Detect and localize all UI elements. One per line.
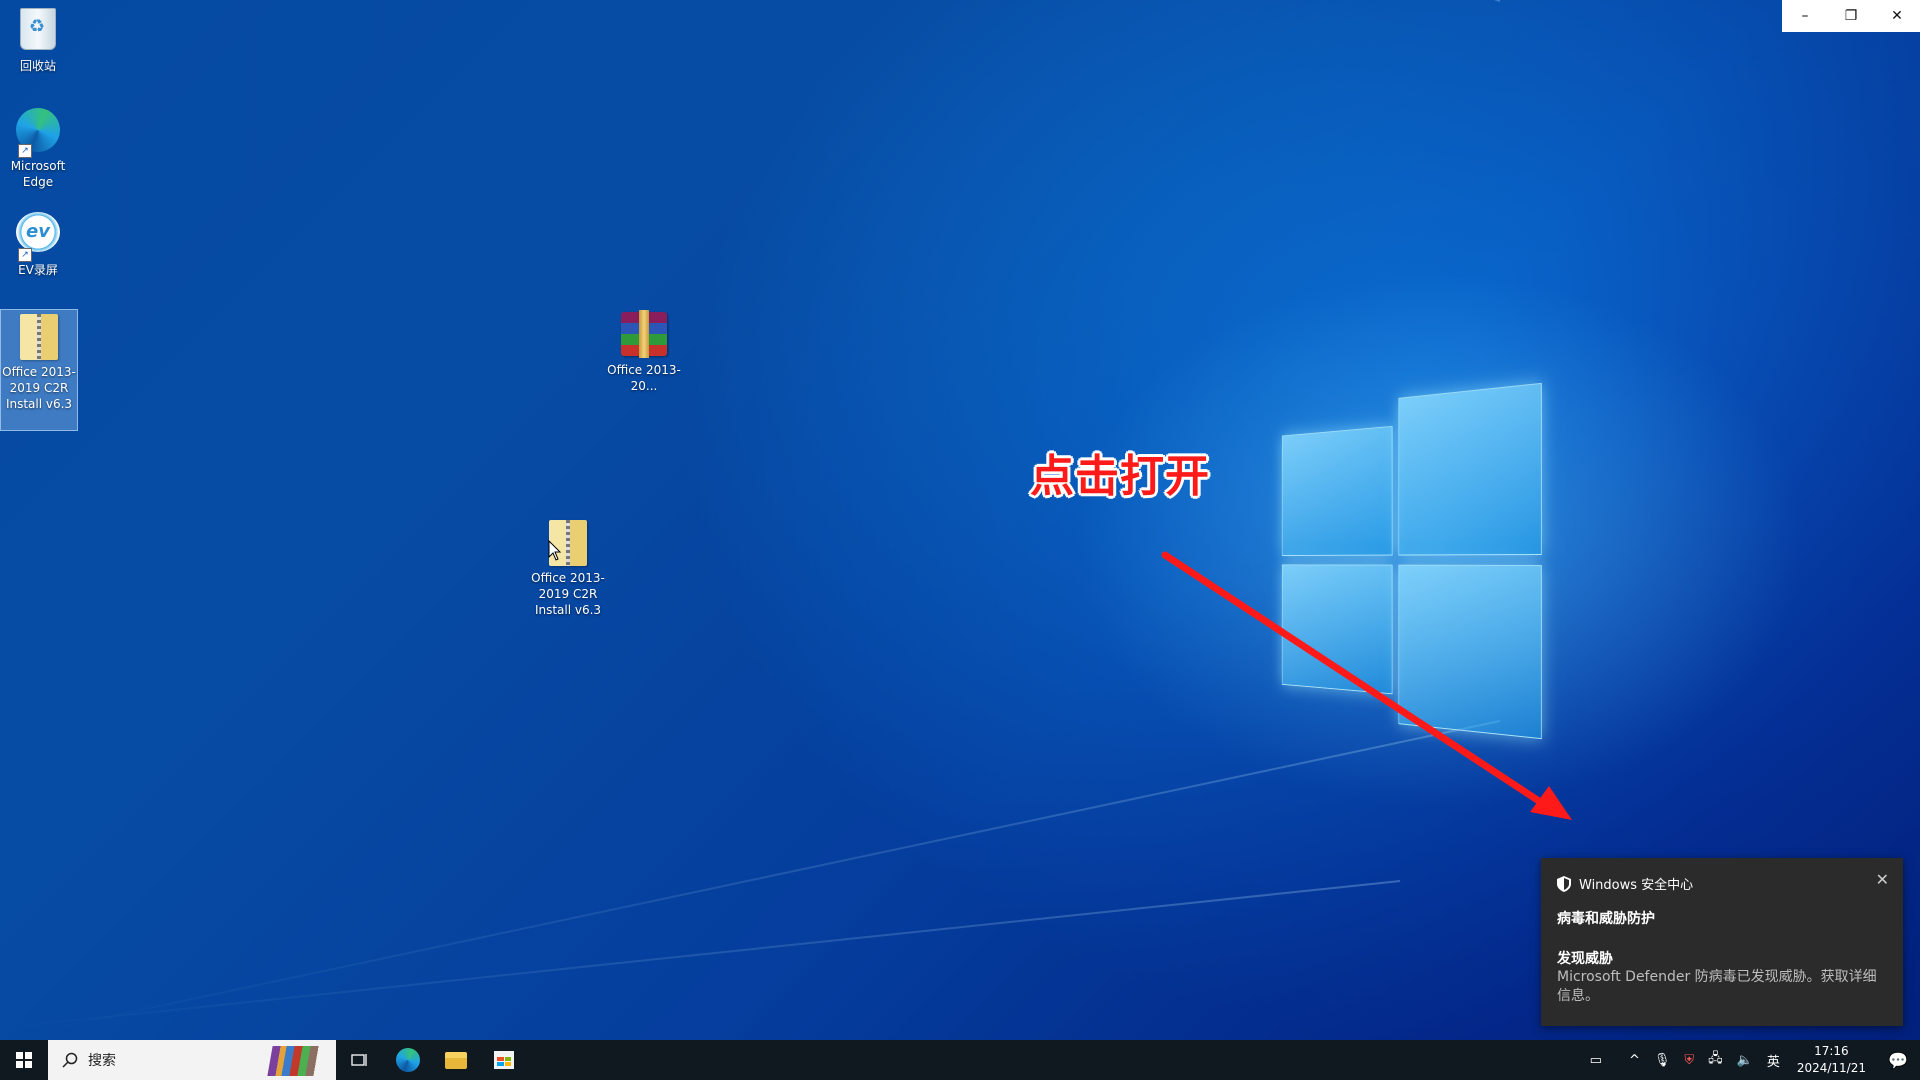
- toast-header: Windows 安全中心: [1557, 874, 1693, 893]
- news-widget-icon[interactable]: ▭: [1570, 1053, 1622, 1068]
- taskbar-edge-button[interactable]: [384, 1040, 432, 1080]
- toast-close-button[interactable]: ✕: [1876, 870, 1889, 889]
- security-toast[interactable]: Windows 安全中心 ✕ 病毒和威胁防护 发现威胁 Microsoft De…: [1541, 858, 1903, 1026]
- search-icon: [62, 1052, 78, 1068]
- taskbar-file-explorer-button[interactable]: [432, 1040, 480, 1080]
- clock-time: 17:16: [1814, 1044, 1849, 1058]
- task-view-button[interactable]: [336, 1040, 384, 1080]
- minimize-button[interactable]: –: [1782, 0, 1828, 32]
- folder-icon: [445, 1051, 467, 1069]
- ime-indicator[interactable]: 英: [1760, 1051, 1787, 1070]
- taskbar-search-box[interactable]: 搜索: [48, 1040, 336, 1080]
- toast-body: Microsoft Defender 防病毒已发现威胁。获取详细信息。: [1557, 969, 1877, 1004]
- task-view-icon: [351, 1054, 367, 1066]
- search-highlight-books-icon: [267, 1046, 329, 1076]
- windows-start-icon: [16, 1052, 32, 1068]
- network-icon[interactable]: 🖧: [1701, 1049, 1730, 1071]
- taskbar-clock[interactable]: 17:16 2024/11/21: [1787, 1043, 1876, 1077]
- microphone-icon[interactable]: 🎙: [1647, 1053, 1678, 1068]
- show-hidden-icons-chevron-icon[interactable]: ^: [1622, 1053, 1647, 1068]
- taskbar: 搜索 ▭ ^ 🎙 ⛨ 🖧 🔈 英 17:16 2024/11/21 💬: [0, 1040, 1920, 1080]
- toast-heading: 发现威胁: [1557, 951, 1613, 967]
- store-bag-icon: [494, 1051, 514, 1069]
- restore-button[interactable]: ❐: [1828, 0, 1874, 32]
- defender-warning-icon[interactable]: ⛨: [1677, 1053, 1701, 1068]
- volume-icon[interactable]: 🔈: [1730, 1053, 1760, 1068]
- window-controls: – ❐ ✕: [1782, 0, 1920, 32]
- taskbar-store-button[interactable]: [480, 1040, 528, 1080]
- close-button[interactable]: ✕: [1874, 0, 1920, 32]
- edge-icon: [396, 1048, 420, 1072]
- start-button[interactable]: [0, 1040, 48, 1080]
- clock-date: 2024/11/21: [1796, 1061, 1866, 1075]
- toast-title: 病毒和威胁防护: [1557, 911, 1655, 927]
- system-tray: ▭ ^ 🎙 ⛨ 🖧 🔈 英 17:16 2024/11/21 💬: [1570, 1040, 1920, 1080]
- toast-app-name: Windows 安全中心: [1579, 878, 1694, 893]
- shield-icon: [1557, 875, 1571, 892]
- action-center-notification-icon[interactable]: 💬: [1876, 1051, 1920, 1070]
- search-placeholder: 搜索: [88, 1053, 116, 1069]
